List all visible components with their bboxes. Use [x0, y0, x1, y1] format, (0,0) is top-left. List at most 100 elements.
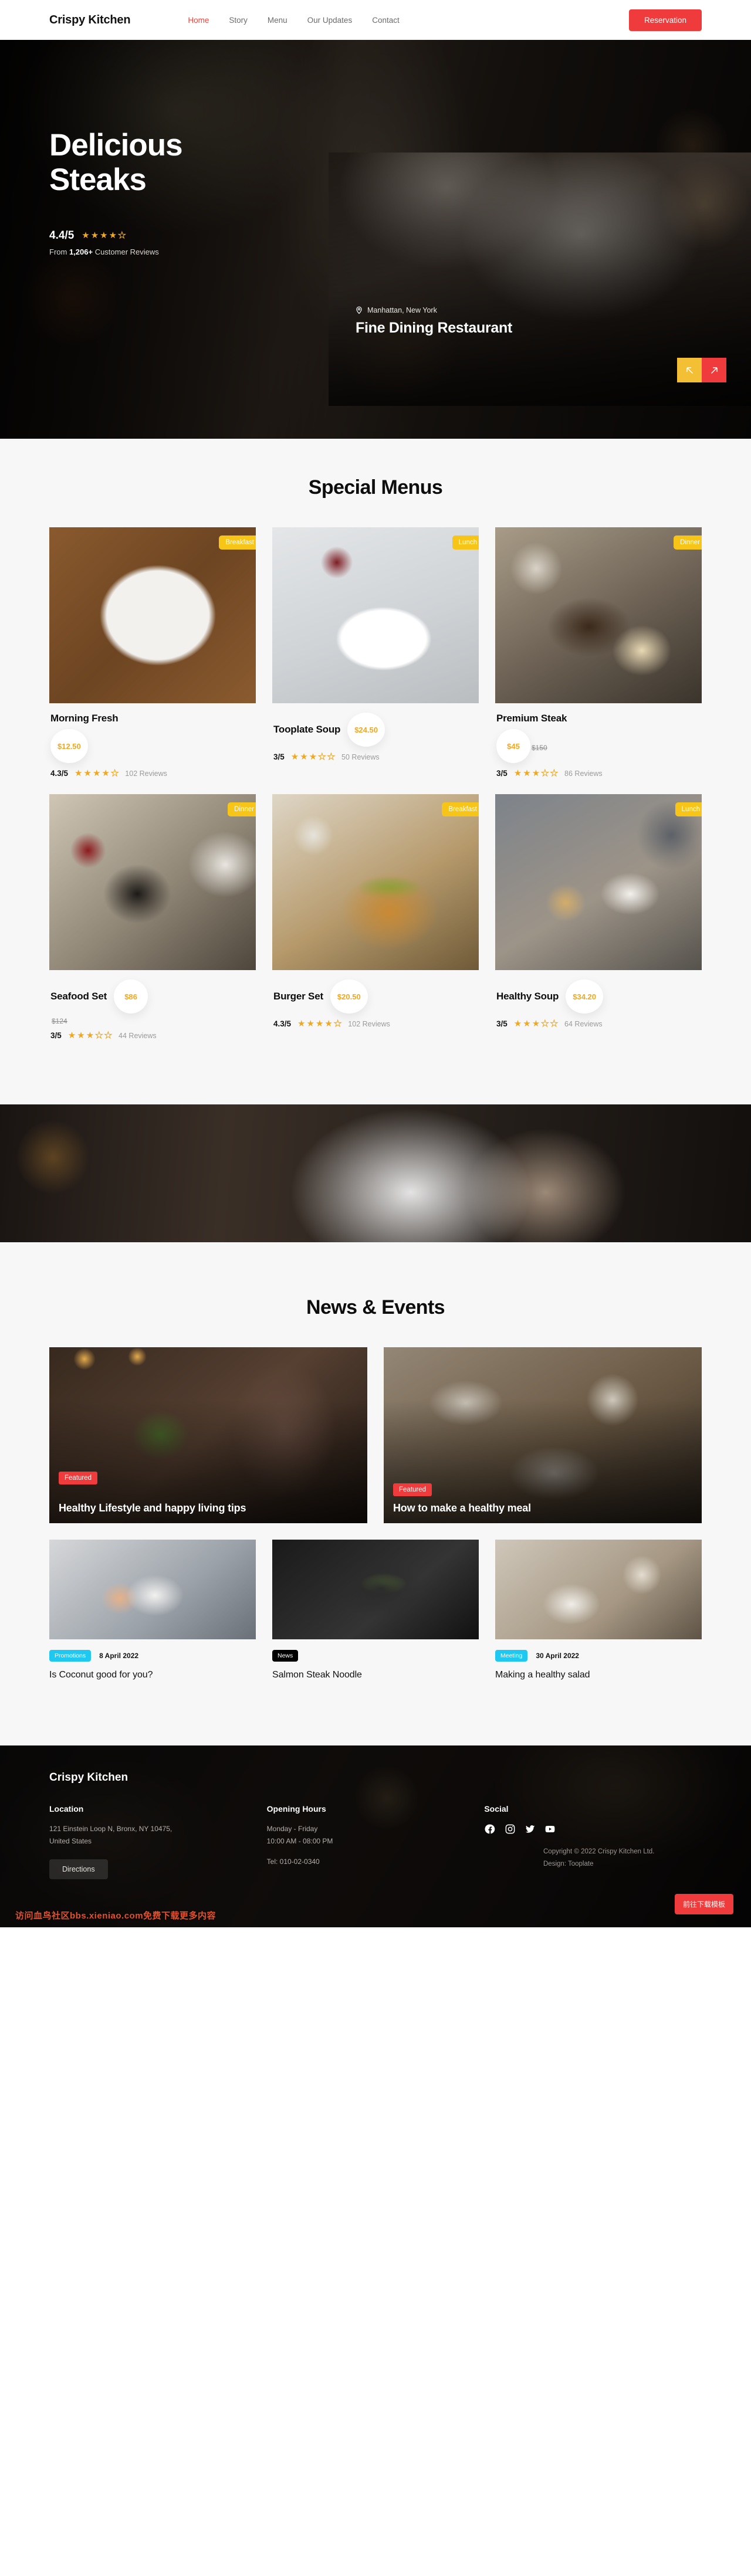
navbar: Crispy Kitchen Home Story Menu Our Updat…	[0, 0, 751, 40]
brand-logo[interactable]: Crispy Kitchen	[49, 13, 131, 27]
menu-price: $34.20	[566, 979, 603, 1014]
news-post-title: Making a healthy salad	[495, 1670, 590, 1680]
menu-stars: ★ ★ ★ ★ ★	[75, 769, 119, 778]
carousel-next-button[interactable]	[702, 358, 726, 382]
menu-name-row: Burger Set $20.50	[273, 979, 478, 1014]
news-post-card[interactable]: Promotions 8 April 2022 Is Coconut good …	[49, 1540, 256, 1682]
hero-title-line-2: Steaks	[49, 162, 147, 198]
menu-card[interactable]: Dinner Premium Steak $45 $150 3/5 ★ ★ ★ ★ ★ …	[495, 527, 702, 778]
menu-price: $86	[114, 979, 148, 1014]
footer: Crispy Kitchen Location 121 Einstein Loo…	[0, 1745, 751, 1927]
menu-card[interactable]: Lunch Tooplate Soup $24.50 3/5 ★ ★ ★ ★ ★ 50 …	[272, 527, 479, 778]
news-post-meta: Promotions 8 April 2022	[49, 1650, 256, 1662]
menu-card[interactable]: Breakfast Morning Fresh $12.50 4.3/5 ★ ★ ★…	[49, 527, 256, 778]
footer-hours-heading: Opening Hours	[266, 1804, 326, 1814]
menu-category-badge: Breakfast	[442, 802, 479, 816]
menu-image	[49, 527, 256, 703]
spacer	[0, 1699, 751, 1745]
menu-body: Healthy Soup $34.20 3/5 ★ ★ ★ ★ ★ 64 Reviews	[495, 970, 702, 1029]
menu-price: $20.50	[330, 979, 368, 1014]
menu-old-price: $124	[52, 1017, 67, 1025]
menu-score: 3/5	[273, 753, 285, 761]
reviews-suffix: Customer Reviews	[93, 247, 159, 256]
star-icon: ★	[300, 752, 308, 762]
menu-thumbnail: Breakfast	[272, 794, 479, 970]
menu-grid: Breakfast Morning Fresh $12.50 4.3/5 ★ ★ ★…	[49, 527, 702, 1040]
news-featured-card[interactable]: Featured How to make a healthy meal	[384, 1347, 702, 1523]
news-post-thumbnail	[49, 1540, 256, 1639]
news-post-card[interactable]: Meeting 30 April 2022 Making a healthy s…	[495, 1540, 702, 1682]
arrow-up-right-icon	[709, 365, 719, 375]
star-icon: ★	[315, 1019, 324, 1029]
star-icon: ★	[306, 1019, 314, 1029]
footer-telephone[interactable]: Tel: 010-02-0340	[267, 1856, 402, 1868]
star-outline-icon: ★	[550, 768, 559, 778]
hero-carousel-controls	[677, 358, 726, 382]
reviews-prefix: From	[49, 247, 69, 256]
menu-thumbnail: Breakfast	[49, 527, 256, 703]
footer-hours-time: 10:00 AM - 08:00 PM	[266, 1836, 333, 1845]
menu-card[interactable]: Lunch Healthy Soup $34.20 3/5 ★ ★ ★ ★ ★ 64 R…	[495, 794, 702, 1040]
star-icon: ★	[102, 768, 110, 778]
star-icon: ★	[513, 1019, 522, 1029]
menu-name: Premium Steak	[496, 713, 567, 724]
menu-image	[272, 794, 479, 970]
download-template-button[interactable]: 前往下载模板	[674, 1893, 733, 1914]
menu-thumbnail: Dinner	[495, 527, 702, 703]
star-icon: ★	[82, 231, 90, 241]
twitter-icon[interactable]	[524, 1823, 536, 1835]
menu-card[interactable]: Breakfast Burger Set $20.50 4.3/5 ★ ★ ★ ★ ★ …	[272, 794, 479, 1040]
menu-old-price: $150	[532, 744, 547, 752]
menu-meta: 3/5 ★ ★ ★ ★ ★ 86 Reviews	[496, 769, 701, 778]
banner-image	[0, 1104, 751, 1242]
menu-name-row: Seafood Set $86	[50, 979, 255, 1014]
menu-body: Morning Fresh $12.50 4.3/5 ★ ★ ★ ★ ★ 102 Rev…	[49, 703, 256, 778]
star-icon: ★	[324, 1019, 333, 1029]
news-posts-grid: Promotions 8 April 2022 Is Coconut good …	[49, 1540, 702, 1682]
menu-price: $45	[496, 729, 530, 763]
menu-card[interactable]: Dinner Seafood Set $86 $124 3/5 ★ ★ ★ ★ ★ 44…	[49, 794, 256, 1040]
carousel-prev-button[interactable]	[677, 358, 702, 382]
facebook-icon[interactable]	[484, 1823, 496, 1835]
star-icon: ★	[109, 231, 117, 241]
watermark-text: 访问血鸟社区bbs.xieniao.com免费下载更多内容	[15, 1910, 216, 1921]
menu-thumbnail: Lunch	[272, 527, 479, 703]
menu-category-badge: Breakfast	[219, 535, 256, 550]
hero-card-location: Manhattan, New York	[356, 306, 512, 314]
menu-price: $12.50	[50, 729, 88, 763]
menu-body: Tooplate Soup $24.50 3/5 ★ ★ ★ ★ ★ 50 Review…	[272, 703, 479, 762]
menu-meta: 3/5 ★ ★ ★ ★ ★ 44 Reviews	[50, 1031, 255, 1040]
menu-body: Seafood Set $86 $124 3/5 ★ ★ ★ ★ ★ 44 Review…	[49, 970, 256, 1040]
instagram-icon[interactable]	[504, 1823, 516, 1835]
news-featured-title: How to make a healthy meal	[393, 1501, 531, 1514]
star-icon: ★	[513, 768, 522, 778]
page-root: Crispy Kitchen Home Story Menu Our Updat…	[0, 0, 751, 1927]
star-outline-icon: ★	[110, 768, 119, 778]
star-icon: ★	[90, 231, 99, 241]
news-featured-card[interactable]: Featured Healthy Lifestyle and happy liv…	[49, 1347, 367, 1523]
menu-category-badge: Dinner	[228, 802, 256, 816]
footer-copyright: Copyright © 2022 Crispy Kitchen Ltd. Des…	[543, 1846, 702, 1869]
menu-name: Morning Fresh	[50, 713, 119, 724]
menu-name: Seafood Set	[50, 991, 107, 1002]
menu-image	[495, 794, 702, 970]
hero-feature-card[interactable]: Manhattan, New York Fine Dining Restaura…	[329, 152, 751, 406]
nav-item-our-updates[interactable]: Our Updates	[307, 16, 353, 25]
nav-item-contact[interactable]: Contact	[372, 16, 400, 25]
nav-item-story[interactable]: Story	[229, 16, 248, 25]
star-icon: ★	[83, 768, 92, 778]
star-outline-icon: ★	[550, 1019, 559, 1029]
menu-name-row: Tooplate Soup $24.50	[273, 713, 478, 747]
video-banner	[0, 1104, 751, 1242]
nav-item-home[interactable]: Home	[188, 16, 209, 25]
reservation-button[interactable]: Reservation	[628, 9, 702, 31]
news-image	[495, 1540, 702, 1639]
menu-reviews: 102 Reviews	[348, 1019, 390, 1028]
directions-button[interactable]: Directions	[49, 1859, 108, 1879]
news-post-tag: Promotions	[49, 1650, 92, 1662]
news-post-card[interactable]: News Salmon Steak Noodle	[272, 1540, 479, 1682]
footer-content: Crispy Kitchen Location 121 Einstein Loo…	[0, 1745, 751, 1879]
nav-item-menu[interactable]: Menu	[268, 16, 287, 25]
youtube-icon[interactable]	[544, 1823, 556, 1835]
menu-category-badge: Lunch	[452, 535, 479, 550]
